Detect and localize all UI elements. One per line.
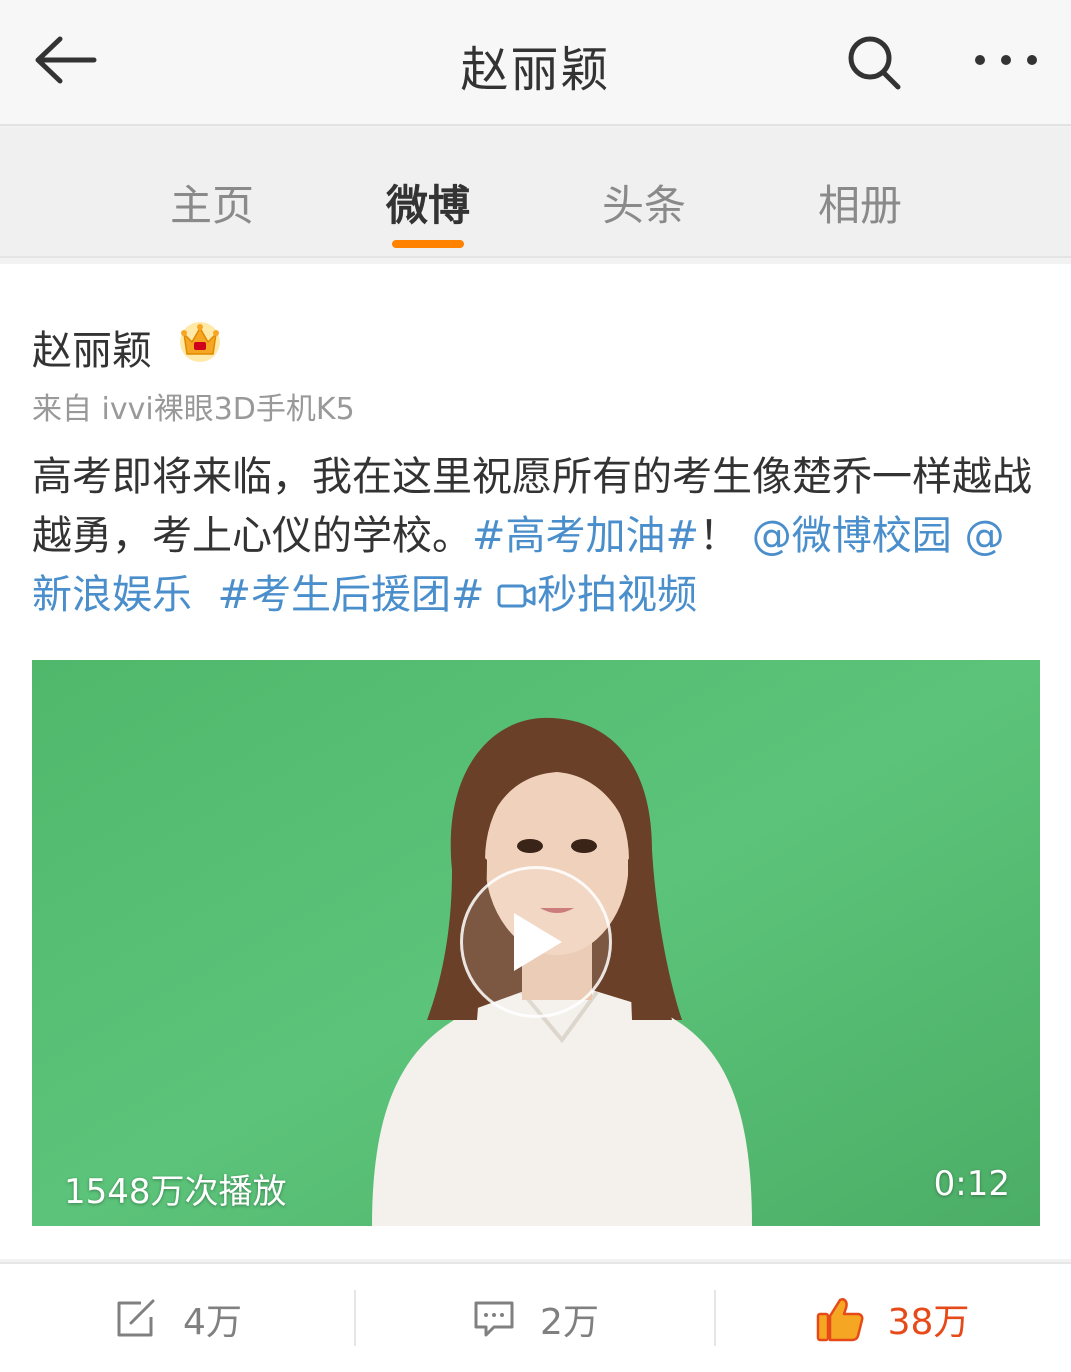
hashtag-link[interactable]: #考生后援团# [217,572,484,618]
crown-icon [180,322,220,362]
post-text: 高考即将来临，我在这里祝愿所有的考生像楚乔一样越战越勇，考上心仪的学校。#高考加… [32,448,1032,625]
page-title: 赵丽颖 [460,42,611,98]
thumbs-up-icon [816,1298,864,1342]
video-player[interactable]: 1548万次播放 0:12 [32,660,1040,1226]
comment-button[interactable]: 2万 [357,1264,714,1372]
share-edit-icon [117,1299,155,1337]
post-action-bar: 4万 2万 38万 [0,1262,1071,1372]
search-button[interactable] [838,26,910,98]
repost-count: 4万 [183,1302,242,1343]
profile-tabs: 主页 微博 头条 相册 [0,128,1071,258]
comment-icon [474,1301,514,1337]
action-divider [354,1290,356,1346]
post-card: 赵丽颖 来自 ivvi裸眼3D手机K5 高考即将来临，我在这里祝愿所有的考生像楚… [0,264,1071,1259]
tab-headlines[interactable]: 头条 [574,172,714,233]
mention-link[interactable]: @微博校园 [752,513,952,559]
video-view-count: 1548万次播放 [64,1172,287,1212]
like-button[interactable]: 38万 [714,1264,1071,1372]
more-button[interactable] [968,30,1044,90]
video-camera-icon [497,584,536,608]
play-icon [514,913,562,971]
more-dots-icon [975,55,1037,65]
hashtag-link[interactable]: #高考加油# [472,513,699,559]
video-link[interactable]: 秒拍视频 [497,572,697,618]
like-count: 38万 [887,1302,970,1343]
comment-count: 2万 [540,1302,599,1343]
top-bar: 赵丽颖 [0,0,1071,126]
post-text-exclamation: ！ [699,513,740,559]
video-duration: 0:12 [933,1164,1010,1204]
post-author[interactable]: 赵丽颖 [32,318,152,376]
search-icon [848,36,901,90]
play-button[interactable] [460,866,612,1018]
active-tab-indicator [392,240,464,248]
post-source: 来自 ivvi裸眼3D手机K5 [32,392,355,427]
repost-button[interactable]: 4万 [0,1264,357,1372]
tab-weibo[interactable]: 微博 [358,172,498,233]
back-button[interactable] [30,28,100,92]
tab-home[interactable]: 主页 [142,172,282,233]
video-link-label: 秒拍视频 [537,572,698,618]
arrow-left-icon [35,36,97,84]
tab-album[interactable]: 相册 [790,172,930,233]
